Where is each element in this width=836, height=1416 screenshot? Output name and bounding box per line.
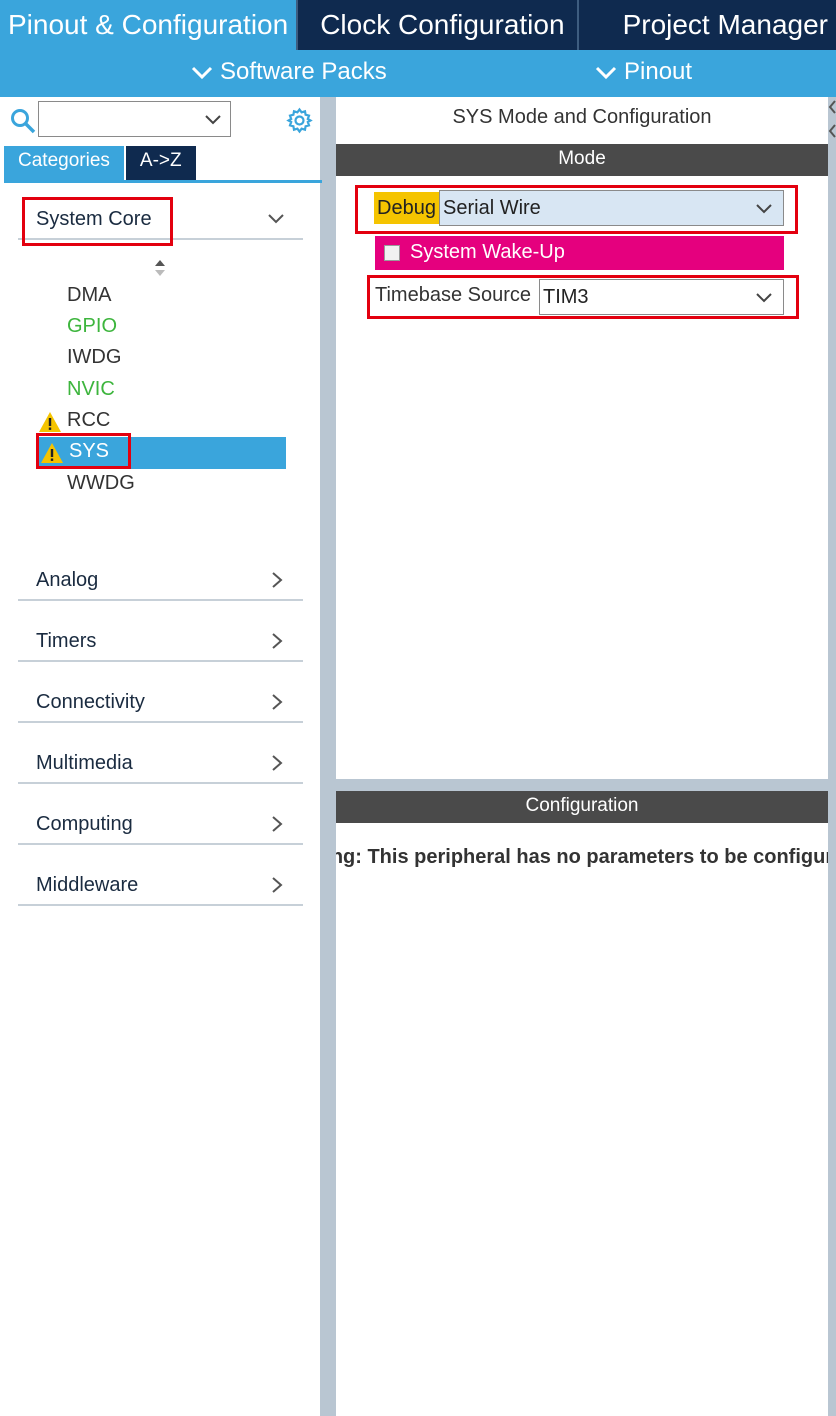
horizontal-splitter[interactable]	[336, 779, 836, 791]
category-label: Computing	[36, 813, 133, 835]
peripheral-item-rcc[interactable]: RCC	[67, 409, 110, 432]
panel-title: SYS Mode and Configuration	[452, 106, 712, 128]
gear-icon[interactable]	[286, 107, 313, 134]
category-label: Middleware	[36, 874, 139, 896]
chevron-down-icon	[268, 214, 284, 224]
software-packs-menu[interactable]: Software Packs	[188, 58, 387, 86]
main-tab-bar: Pinout & Configuration Clock Configurati…	[0, 0, 836, 50]
sub-menu-bar: Software Packs Pinout	[0, 50, 836, 97]
system-core-highlight	[22, 197, 173, 246]
search-input[interactable]	[38, 101, 231, 137]
category-computing[interactable]: Computing	[18, 801, 303, 845]
software-packs-label: Software Packs	[220, 58, 387, 85]
tab-categories[interactable]: Categories	[4, 146, 124, 180]
category-label: Analog	[36, 569, 99, 591]
pinout-menu-label: Pinout	[624, 58, 693, 85]
category-view-tabs: Categories A->Z	[4, 146, 196, 182]
peripheral-item-iwdg[interactable]: IWDG	[67, 346, 121, 369]
tab-clock-configuration[interactable]: Clock Configuration	[298, 0, 579, 50]
category-label: Timers	[36, 630, 97, 652]
panel-splitter[interactable]	[320, 97, 336, 1416]
category-timers[interactable]: Timers	[18, 618, 303, 662]
configuration-section-header: Configuration	[336, 791, 828, 823]
timebase-highlight	[367, 275, 799, 319]
category-multimedia[interactable]: Multimedia	[18, 740, 303, 784]
peripheral-item-nvic[interactable]: NVIC	[67, 378, 115, 401]
config-warning-text: Warning: This peripheral has no paramete…	[336, 846, 828, 868]
debug-highlight	[355, 185, 798, 234]
chevron-down-icon	[191, 66, 213, 80]
vertical-splitter[interactable]	[828, 97, 836, 1416]
chevron-right-icon	[272, 572, 283, 588]
sys-highlight	[36, 433, 131, 469]
category-connectivity[interactable]: Connectivity	[18, 679, 303, 723]
category-analog[interactable]: Analog	[18, 557, 303, 601]
chevron-down-icon[interactable]	[204, 112, 222, 126]
system-wakeup-row: System Wake-Up	[375, 236, 784, 270]
sort-icon[interactable]	[152, 258, 168, 278]
system-wakeup-checkbox[interactable]	[384, 245, 400, 261]
chevron-right-icon	[272, 816, 283, 832]
mode-section-header: Mode	[336, 144, 828, 176]
peripheral-item-gpio[interactable]: GPIO	[67, 315, 117, 338]
collapse-arrows-icon[interactable]	[828, 97, 836, 147]
config-warning-message: Warning: This peripheral has no paramete…	[336, 846, 828, 869]
category-label: Multimedia	[36, 752, 133, 774]
warning-icon	[39, 412, 61, 432]
peripheral-item-dma[interactable]: DMA	[67, 284, 111, 307]
system-wakeup-label: System Wake-Up	[410, 241, 565, 263]
chevron-right-icon	[272, 755, 283, 771]
tab-project-manager[interactable]: Project Manager	[579, 0, 836, 50]
chevron-down-icon	[595, 66, 617, 80]
search-icon[interactable]	[10, 108, 36, 134]
chevron-right-icon	[272, 694, 283, 710]
tab-pinout-configuration[interactable]: Pinout & Configuration	[0, 0, 299, 50]
peripheral-item-wwdg[interactable]: WWDG	[67, 472, 135, 495]
tab-a-to-z[interactable]: A->Z	[125, 146, 196, 180]
chevron-right-icon	[272, 877, 283, 893]
category-label: Connectivity	[36, 691, 145, 713]
tab-underline	[4, 180, 322, 183]
category-middleware[interactable]: Middleware	[18, 862, 303, 906]
configuration-panel	[336, 791, 828, 1416]
chevron-right-icon	[272, 633, 283, 649]
pinout-menu[interactable]: Pinout	[592, 58, 692, 86]
